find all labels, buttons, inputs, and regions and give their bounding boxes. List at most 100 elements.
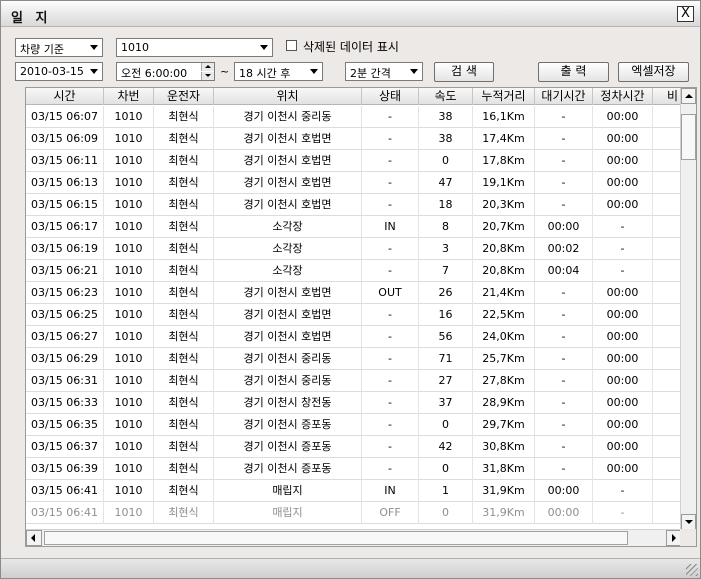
show-deleted-checkbox[interactable] [286, 40, 297, 51]
column-header-stop[interactable]: 정차시간 [593, 88, 653, 105]
cell-status: - [362, 106, 419, 128]
column-header-driver[interactable]: 운전자 [154, 88, 214, 105]
cell-location: 경기 이천시 중리동 [214, 106, 362, 128]
date-value: 2010-03-15 [20, 65, 84, 78]
cell-speed: 8 [419, 216, 473, 238]
table-row[interactable]: 03/15 06:25 1010 최현식 경기 이천시 호법면 -16 22,5Km -00… [26, 304, 682, 326]
table-row[interactable]: 03/15 06:19 1010 최현식 소각장 -3 20,8Km 00:02- [26, 238, 682, 260]
table-row[interactable]: 03/15 06:13 1010 최현식 경기 이천시 호법면 -47 19,1Km -00… [26, 172, 682, 194]
table-row[interactable]: 03/15 06:41 1010 최현식 매립지 IN 1 31,9Km 00:00- [26, 480, 682, 502]
cell-distance: 29,7Km [473, 414, 535, 436]
table-row[interactable]: 03/15 06:15 1010 최현식 경기 이천시 호법면 -18 20,3Km -00… [26, 194, 682, 216]
cell-time: 03/15 06:19 [26, 238, 104, 260]
cell-stop: 00:00 [593, 172, 653, 194]
table-row[interactable]: 03/15 06:09 1010 최현식 경기 이천시 호법면 -38 17,4Km -00… [26, 128, 682, 150]
chevron-down-icon[interactable] [86, 39, 102, 56]
cell-location: 경기 이천시 증포동 [214, 436, 362, 458]
cell-location: 소각장 [214, 260, 362, 282]
search-button[interactable]: 검 색 [434, 62, 494, 82]
cell-status: - [362, 194, 419, 216]
horizontal-scroll-thumb[interactable] [44, 531, 628, 545]
cell-status: - [362, 370, 419, 392]
column-header-distance[interactable]: 누적거리 [473, 88, 535, 105]
cell-time: 03/15 06:25 [26, 304, 104, 326]
cell-stop: 00:00 [593, 150, 653, 172]
table-row[interactable]: 03/15 06:41 1010 최현식 매립지 OFF 0 31,9Km 00:00- [26, 502, 682, 524]
cell-driver: 최현식 [154, 150, 214, 172]
cell-time: 03/15 06:17 [26, 216, 104, 238]
cell-distance: 17,4Km [473, 128, 535, 150]
window-title: 일 지 [11, 11, 52, 26]
cell-status: - [362, 414, 419, 436]
cell-status: - [362, 326, 419, 348]
cell-speed: 26 [419, 282, 473, 304]
cell-time: 03/15 06:39 [26, 458, 104, 480]
show-deleted-label[interactable]: 삭제된 데이터 표시 [303, 38, 399, 55]
spin-up-icon[interactable] [201, 63, 214, 71]
cell-stop: 00:00 [593, 326, 653, 348]
table-row[interactable]: 03/15 06:07 1010 최현식 경기 이천시 중리동 -38 16,1Km -00… [26, 106, 682, 128]
column-header-time[interactable]: 시간 [26, 88, 104, 105]
scroll-up-icon[interactable] [681, 88, 696, 104]
basis-select[interactable]: 차량 기준 [15, 38, 103, 57]
cell-stop: 00:00 [593, 436, 653, 458]
table-row[interactable]: 03/15 06:23 1010 최현식 경기 이천시 호법면 OUT 26 21,4Km -… [26, 282, 682, 304]
interval-select[interactable]: 2분 간격 [345, 62, 423, 81]
cell-driver: 최현식 [154, 370, 214, 392]
excel-save-button[interactable]: 엑셀저장 [618, 62, 689, 82]
print-button[interactable]: 출 력 [538, 62, 609, 82]
close-button[interactable]: X [677, 6, 694, 22]
cell-distance: 20,7Km [473, 216, 535, 238]
cell-wait: - [535, 194, 593, 216]
cell-distance: 30,8Km [473, 436, 535, 458]
cell-driver: 최현식 [154, 216, 214, 238]
vehicle-select[interactable]: 1010 [116, 38, 273, 57]
table-row[interactable]: 03/15 06:21 1010 최현식 소각장 -7 20,8Km 00:04- [26, 260, 682, 282]
cell-distance: 17,8Km [473, 150, 535, 172]
horizontal-scrollbar[interactable] [26, 529, 682, 546]
cell-time: 03/15 06:07 [26, 106, 104, 128]
time-stepper[interactable]: 오전 6:00:00 [116, 62, 215, 81]
vertical-scrollbar[interactable] [680, 88, 696, 530]
cell-time: 03/15 06:13 [26, 172, 104, 194]
duration-select[interactable]: 18 시간 후 [234, 62, 323, 81]
title-bar[interactable]: 일 지 X [1, 1, 700, 27]
column-header-vehicle[interactable]: 차번 [104, 88, 154, 105]
cell-stop: 00:00 [593, 370, 653, 392]
column-header-wait[interactable]: 대기시간 [535, 88, 593, 105]
table-row[interactable]: 03/15 06:17 1010 최현식 소각장 IN 8 20,7Km 00:00- [26, 216, 682, 238]
spin-down-icon[interactable] [201, 72, 214, 80]
table-row[interactable]: 03/15 06:39 1010 최현식 경기 이천시 증포동 -0 31,8Km -00:… [26, 458, 682, 480]
cell-driver: 최현식 [154, 106, 214, 128]
table-row[interactable]: 03/15 06:11 1010 최현식 경기 이천시 호법면 -0 17,8Km -00:… [26, 150, 682, 172]
scroll-down-icon[interactable] [681, 514, 696, 530]
chevron-down-icon[interactable] [406, 63, 422, 80]
scroll-left-icon[interactable] [26, 530, 42, 546]
time-value: 오전 6:00:00 [121, 67, 188, 80]
cell-stop: - [593, 216, 653, 238]
cell-distance: 16,1Km [473, 106, 535, 128]
table-row[interactable]: 03/15 06:35 1010 최현식 경기 이천시 증포동 -0 29,7Km -00:… [26, 414, 682, 436]
cell-vehicle: 1010 [104, 348, 154, 370]
cell-wait: - [535, 458, 593, 480]
table-row[interactable]: 03/15 06:29 1010 최현식 경기 이천시 중리동 -71 25,7Km -00… [26, 348, 682, 370]
cell-time: 03/15 06:41 [26, 502, 104, 524]
chevron-down-icon[interactable] [306, 63, 322, 80]
chevron-down-icon[interactable] [256, 39, 272, 56]
cell-driver: 최현식 [154, 238, 214, 260]
cell-speed: 71 [419, 348, 473, 370]
chevron-down-icon[interactable] [86, 63, 102, 80]
column-header-speed[interactable]: 속도 [419, 88, 473, 105]
resize-grip-icon[interactable] [686, 564, 698, 576]
vertical-scroll-thumb[interactable] [681, 114, 696, 160]
table-row[interactable]: 03/15 06:31 1010 최현식 경기 이천시 중리동 -27 27,8Km -00… [26, 370, 682, 392]
column-header-location[interactable]: 위치 [214, 88, 362, 105]
cell-distance: 25,7Km [473, 348, 535, 370]
table-row[interactable]: 03/15 06:27 1010 최현식 경기 이천시 호법면 -56 24,0Km -00… [26, 326, 682, 348]
cell-vehicle: 1010 [104, 392, 154, 414]
date-picker[interactable]: 2010-03-15 [15, 62, 103, 81]
table-row[interactable]: 03/15 06:37 1010 최현식 경기 이천시 증포동 -42 30,8Km -00… [26, 436, 682, 458]
table-row[interactable]: 03/15 06:33 1010 최현식 경기 이천시 창전동 -37 28,9Km -00… [26, 392, 682, 414]
cell-driver: 최현식 [154, 260, 214, 282]
column-header-status[interactable]: 상태 [362, 88, 419, 105]
